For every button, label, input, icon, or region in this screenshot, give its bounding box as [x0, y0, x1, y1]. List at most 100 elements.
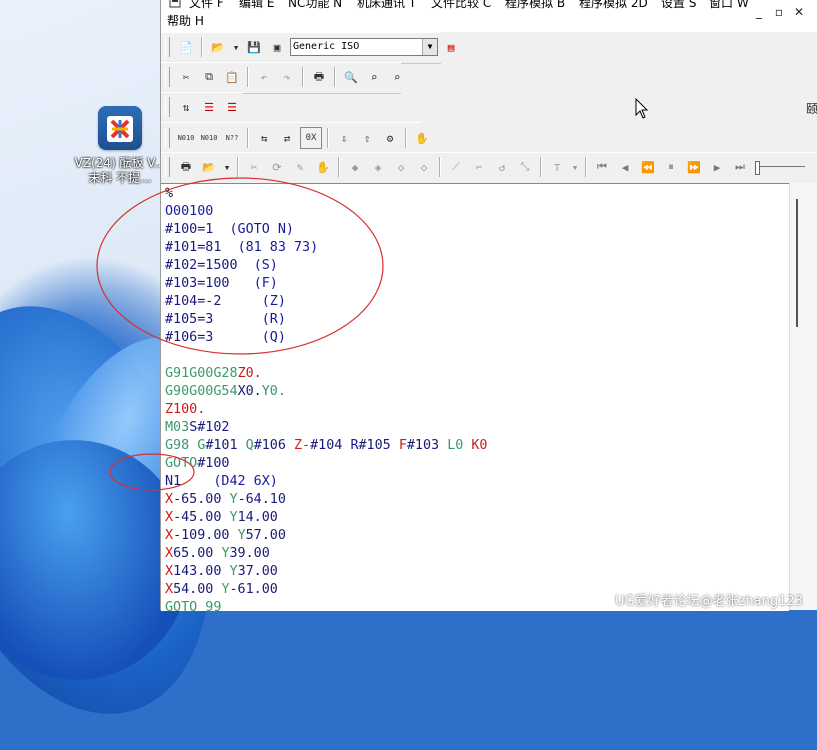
code-line[interactable]: X65.00 Y39.00: [165, 545, 270, 563]
code-line[interactable]: #106=3 (Q): [165, 329, 286, 347]
code-line[interactable]: G91G00G28Z0.: [165, 365, 262, 383]
settings-icon[interactable]: ⚙: [380, 128, 400, 148]
toolbar-grip[interactable]: [165, 67, 170, 87]
desktop-shortcut[interactable]: VZ(24) 酝板 V... 末科 不提...: [70, 106, 170, 186]
redo-icon[interactable]: ↷: [277, 67, 297, 87]
path-icon[interactable]: ⤡: [515, 157, 535, 177]
find-next-icon[interactable]: ⌕: [364, 67, 384, 87]
new-file-icon[interactable]: 📄: [176, 37, 196, 57]
paste-icon[interactable]: 📋: [222, 67, 242, 87]
menu-window[interactable]: 窗口 W: [709, 0, 749, 11]
app-menu-icon[interactable]: [169, 0, 181, 11]
menu-machine-comm[interactable]: 机床通讯 T: [357, 0, 416, 11]
code-line[interactable]: #105=3 (R): [165, 311, 286, 329]
open-backplot-icon[interactable]: 📂: [199, 157, 219, 177]
code-line[interactable]: X143.00 Y37.00: [165, 563, 278, 581]
mill-tool-icon[interactable]: ⊤: [547, 157, 567, 177]
toolbar-grip[interactable]: [165, 97, 170, 117]
scrollbar-thumb[interactable]: [796, 199, 798, 327]
receive-icon[interactable]: ⇧: [357, 128, 377, 148]
pen-icon[interactable]: ✎: [290, 157, 310, 177]
menu-file[interactable]: 文件 F: [189, 0, 224, 11]
code-line[interactable]: X-45.00 Y14.00: [165, 509, 278, 527]
code-line[interactable]: #104=-2 (Z): [165, 293, 286, 311]
side-view-icon[interactable]: ◇: [414, 157, 434, 177]
code-line[interactable]: #102=1500 (S): [165, 257, 278, 275]
remove-block-icon[interactable]: ☰: [222, 97, 242, 117]
pan-icon[interactable]: ✋: [313, 157, 333, 177]
printer-icon[interactable]: 🖶: [176, 157, 196, 177]
menu-backplot[interactable]: 程序模拟 B: [505, 0, 565, 11]
print-icon[interactable]: 🖶: [309, 67, 329, 87]
solid-view-icon[interactable]: ◆: [345, 157, 365, 177]
add-numbers-icon[interactable]: N010: [176, 128, 196, 148]
hex-icon[interactable]: 0X: [300, 127, 322, 149]
save-icon[interactable]: 💾: [244, 37, 264, 57]
copy-icon[interactable]: ⧉: [199, 67, 219, 87]
cut-icon[interactable]: ✂: [176, 67, 196, 87]
step-forward-icon[interactable]: ▶: [707, 157, 727, 177]
code-line[interactable]: #103=100 (F): [165, 275, 278, 293]
step-back-icon[interactable]: ◀: [615, 157, 635, 177]
menu-settings[interactable]: 设置 S: [661, 0, 696, 11]
speed-slider[interactable]: [753, 157, 805, 177]
tool-dropdown-icon[interactable]: ▾: [570, 157, 580, 177]
rotate-icon[interactable]: ⟳: [267, 157, 287, 177]
controller-select[interactable]: Generic ISO ▼: [290, 38, 438, 56]
code-line[interactable]: X-65.00 Y-64.10: [165, 491, 286, 509]
menu-nc-functions[interactable]: NC功能 N: [288, 0, 342, 11]
back-icon[interactable]: ⏪: [638, 157, 658, 177]
vertical-scrollbar[interactable]: [789, 183, 817, 610]
insert-block-icon[interactable]: ☰: [199, 97, 219, 117]
menu-backplot-2d[interactable]: 程序模拟 2D: [579, 0, 648, 11]
probe-icon[interactable]: ⌐: [469, 157, 489, 177]
code-line[interactable]: %: [165, 185, 173, 203]
slider-handle[interactable]: [755, 161, 760, 175]
code-line[interactable]: M03S#102: [165, 419, 230, 437]
arc-icon[interactable]: ↺: [492, 157, 512, 177]
tool-icon[interactable]: ✂: [244, 157, 264, 177]
code-line[interactable]: X-109.00 Y57.00: [165, 527, 286, 545]
code-line[interactable]: Z100.: [165, 401, 205, 419]
restore-icon[interactable]: ▫: [771, 4, 787, 20]
code-line[interactable]: X54.00 Y-61.00: [165, 581, 278, 599]
code-line[interactable]: #100=1 (GOTO N): [165, 221, 294, 239]
renumber-blocks-icon[interactable]: N010: [199, 128, 219, 148]
menu-help[interactable]: 帮助 H: [167, 12, 204, 29]
close-icon[interactable]: ✕: [791, 4, 807, 20]
forward-icon[interactable]: ⏩: [684, 157, 704, 177]
renumber-icon[interactable]: ⇅: [176, 97, 196, 117]
pause-icon[interactable]: ⏸: [661, 157, 681, 177]
code-line[interactable]: GOTO#100: [165, 455, 230, 473]
first-icon[interactable]: ⏮: [592, 157, 612, 177]
front-view-icon[interactable]: ◇: [391, 157, 411, 177]
last-icon[interactable]: ⏭: [730, 157, 750, 177]
open-dropdown-icon[interactable]: ▾: [222, 157, 232, 177]
minimize-icon[interactable]: _: [751, 4, 767, 20]
toolbar-grip[interactable]: [165, 157, 170, 177]
toolbar-grip[interactable]: [165, 128, 170, 148]
send-icon[interactable]: ⇩: [334, 128, 354, 148]
nc-code-editor[interactable]: % O00100 #100=1 (GOTO N) #101=81 (81 83 73)…: [161, 183, 789, 615]
insert-spaces-icon[interactable]: ⇆: [254, 128, 274, 148]
code-line[interactable]: GOTO 99: [165, 599, 221, 617]
remove-numbers-icon[interactable]: N??: [222, 128, 242, 148]
code-line[interactable]: G98 G#101 Q#106 Z-#104 R#105 F#103 L0 K0: [165, 437, 488, 455]
code-line[interactable]: O00100: [165, 203, 213, 221]
menu-file-compare[interactable]: 文件比较 C: [431, 0, 491, 11]
book-icon[interactable]: ▤: [441, 37, 461, 57]
code-line[interactable]: G90G00G54X0.Y0.: [165, 383, 286, 401]
open-folder-icon[interactable]: 📂: [208, 37, 228, 57]
code-line[interactable]: N1 (D42 6X): [165, 473, 278, 491]
measure-icon[interactable]: ⟋: [446, 157, 466, 177]
iso-view-icon[interactable]: ◈: [368, 157, 388, 177]
chevron-down-icon[interactable]: ▼: [422, 39, 437, 55]
menu-edit[interactable]: 编辑 E: [239, 0, 274, 11]
replace-icon[interactable]: ⌕: [387, 67, 407, 87]
undo-icon[interactable]: ↶: [254, 67, 274, 87]
open-dropdown-icon[interactable]: ▾: [231, 37, 241, 57]
hand-icon[interactable]: ✋: [412, 128, 432, 148]
remove-spaces-icon[interactable]: ⇄: [277, 128, 297, 148]
code-line[interactable]: #101=81 (81 83 73): [165, 239, 318, 257]
find-icon[interactable]: 🔍: [341, 67, 361, 87]
